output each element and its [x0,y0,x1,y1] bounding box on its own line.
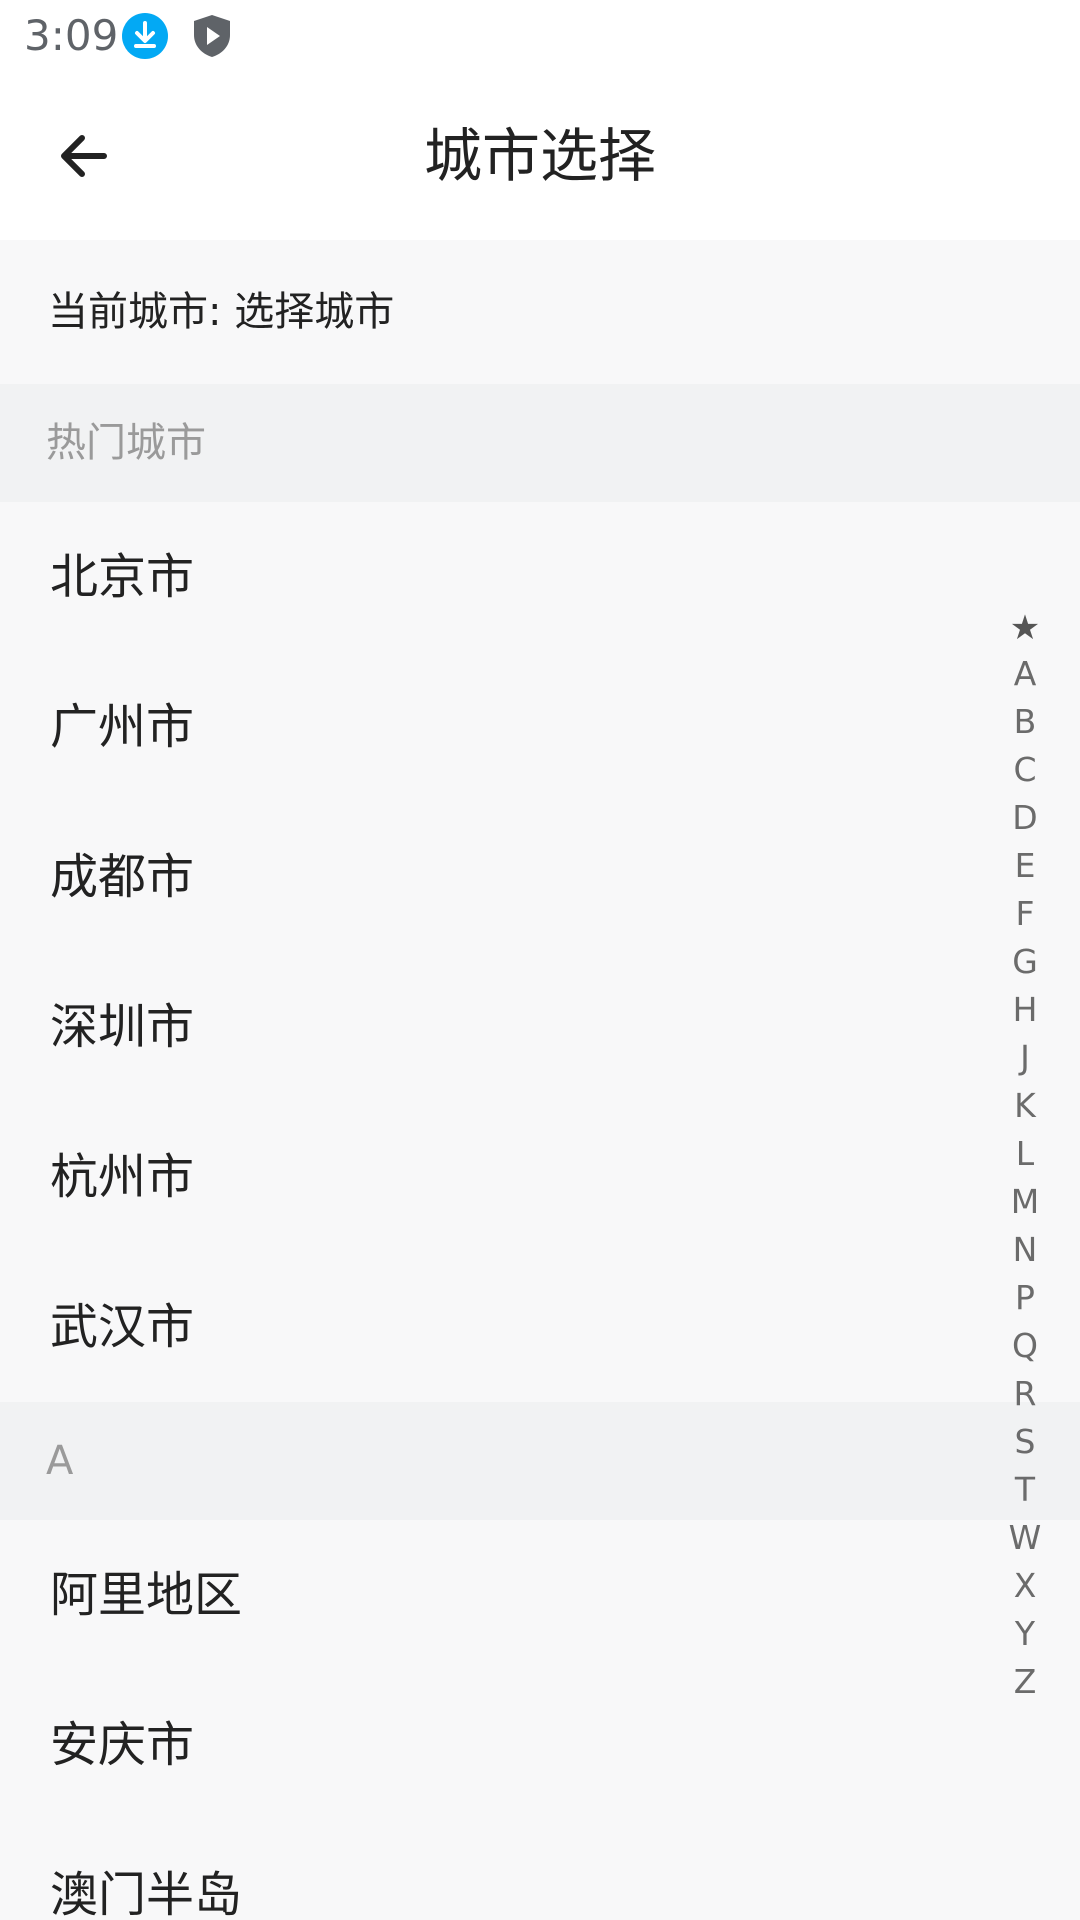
arrow-left-icon [61,135,107,177]
city-item[interactable]: 武汉市 [0,1252,1080,1402]
index-letter[interactable]: P [990,1274,1060,1322]
section-header-a: A [0,1402,1080,1520]
index-letter[interactable]: L [990,1130,1060,1178]
index-letter[interactable]: M [990,1178,1060,1226]
index-letter[interactable]: W [990,1514,1060,1562]
section-header-hot: 热门城市 [0,384,1080,502]
index-letter[interactable]: S [990,1418,1060,1466]
index-hot[interactable]: ★ [990,606,1060,650]
back-button[interactable] [40,112,128,200]
page-title: 城市选择 [423,122,656,190]
index-letter[interactable]: J [990,1034,1060,1082]
index-letter[interactable]: F [990,890,1060,938]
hot-city-list: 北京市 广州市 成都市 深圳市 杭州市 武汉市 [0,502,1080,1402]
city-item[interactable]: 深圳市 [0,952,1080,1102]
status-bar: 3:09 [0,0,1080,72]
index-letter[interactable]: G [990,938,1060,986]
city-item[interactable]: 阿里地区 [0,1520,1080,1670]
index-letter[interactable]: X [990,1562,1060,1610]
index-letter[interactable]: T [990,1466,1060,1514]
download-icon [122,13,168,59]
a-city-list: 阿里地区 安庆市 澳门半岛 [0,1520,1080,1920]
index-letter[interactable]: E [990,842,1060,890]
index-letter[interactable]: B [990,698,1060,746]
city-item[interactable]: 澳门半岛 [0,1820,1080,1920]
index-letter[interactable]: Y [990,1610,1060,1658]
index-letter[interactable]: Q [990,1322,1060,1370]
app-bar: 城市选择 [0,72,1080,240]
index-letter[interactable]: K [990,1082,1060,1130]
index-letter[interactable]: R [990,1370,1060,1418]
city-item[interactable]: 北京市 [0,502,1080,652]
city-item[interactable]: 成都市 [0,802,1080,952]
city-item[interactable]: 安庆市 [0,1670,1080,1820]
index-letter[interactable]: D [990,794,1060,842]
city-list-container[interactable]: 当前城市: 选择城市 热门城市 北京市 广州市 成都市 深圳市 杭州市 武汉市 … [0,240,1080,1920]
city-item[interactable]: 杭州市 [0,1102,1080,1252]
status-time: 3:09 [24,11,119,60]
index-letter[interactable]: H [990,986,1060,1034]
index-letter[interactable]: N [990,1226,1060,1274]
shield-play-icon [194,15,230,57]
index-letter[interactable]: C [990,746,1060,794]
city-item[interactable]: 广州市 [0,652,1080,802]
index-letter[interactable]: A [990,650,1060,698]
index-letter[interactable]: Z [990,1658,1060,1706]
current-city[interactable]: 当前城市: 选择城市 [0,240,1080,384]
alphabet-index[interactable]: ★ A B C D E F G H J K L M N P Q R S T W … [990,606,1060,1706]
